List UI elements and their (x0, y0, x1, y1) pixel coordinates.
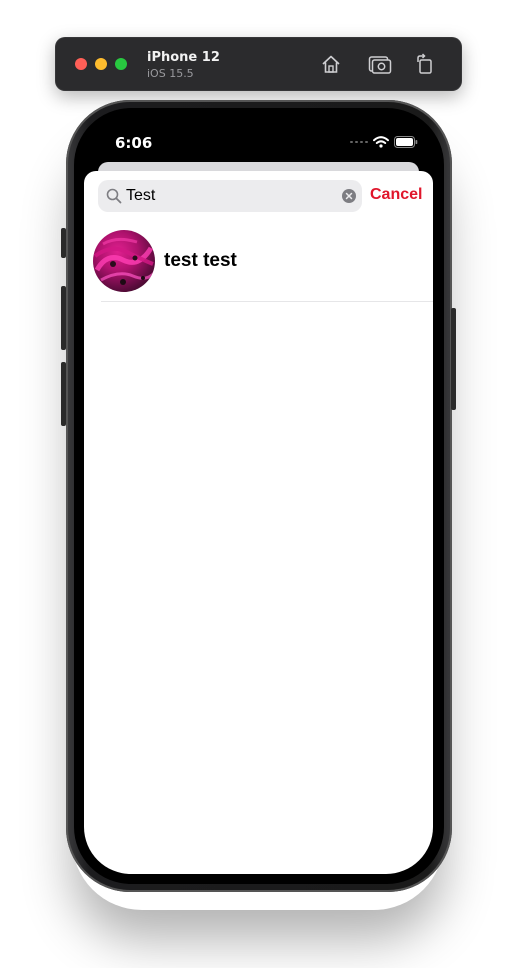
wifi-icon (373, 136, 389, 148)
battery-icon (394, 136, 418, 148)
avatar (93, 230, 155, 292)
search-input[interactable] (126, 186, 336, 206)
home-button[interactable] (318, 51, 344, 77)
search-sheet: Cancel test test (84, 171, 433, 874)
zoom-window-button[interactable] (115, 58, 127, 70)
result-name: test test (164, 250, 237, 271)
power-button[interactable] (451, 308, 456, 410)
screenshot-icon (368, 56, 392, 74)
status-time: 6:06 (115, 134, 153, 152)
rotate-icon (417, 53, 432, 74)
simulator-toolbar: iPhone 12 iOS 15.5 (55, 37, 462, 91)
cancel-button[interactable]: Cancel (370, 186, 422, 204)
search-bar[interactable] (98, 180, 362, 212)
minimize-window-button[interactable] (95, 58, 107, 70)
screenshot-button[interactable] (367, 51, 393, 77)
status-indicators (350, 136, 418, 148)
device-name: iPhone 12 (147, 50, 220, 65)
clear-search-button[interactable] (342, 189, 356, 203)
mute-switch[interactable] (61, 228, 66, 258)
home-icon (322, 55, 340, 73)
phone-screen: 6:06 Cancel (84, 118, 433, 874)
volume-up-button[interactable] (61, 286, 66, 350)
volume-down-button[interactable] (61, 362, 66, 426)
cellular-icon (350, 141, 368, 143)
device-os-version: iOS 15.5 (147, 67, 194, 80)
clear-icon (345, 192, 353, 200)
result-row[interactable]: test test (84, 228, 433, 302)
close-window-button[interactable] (75, 58, 87, 70)
rotate-button[interactable] (412, 51, 438, 77)
result-separator (101, 301, 433, 302)
search-icon (106, 188, 122, 204)
